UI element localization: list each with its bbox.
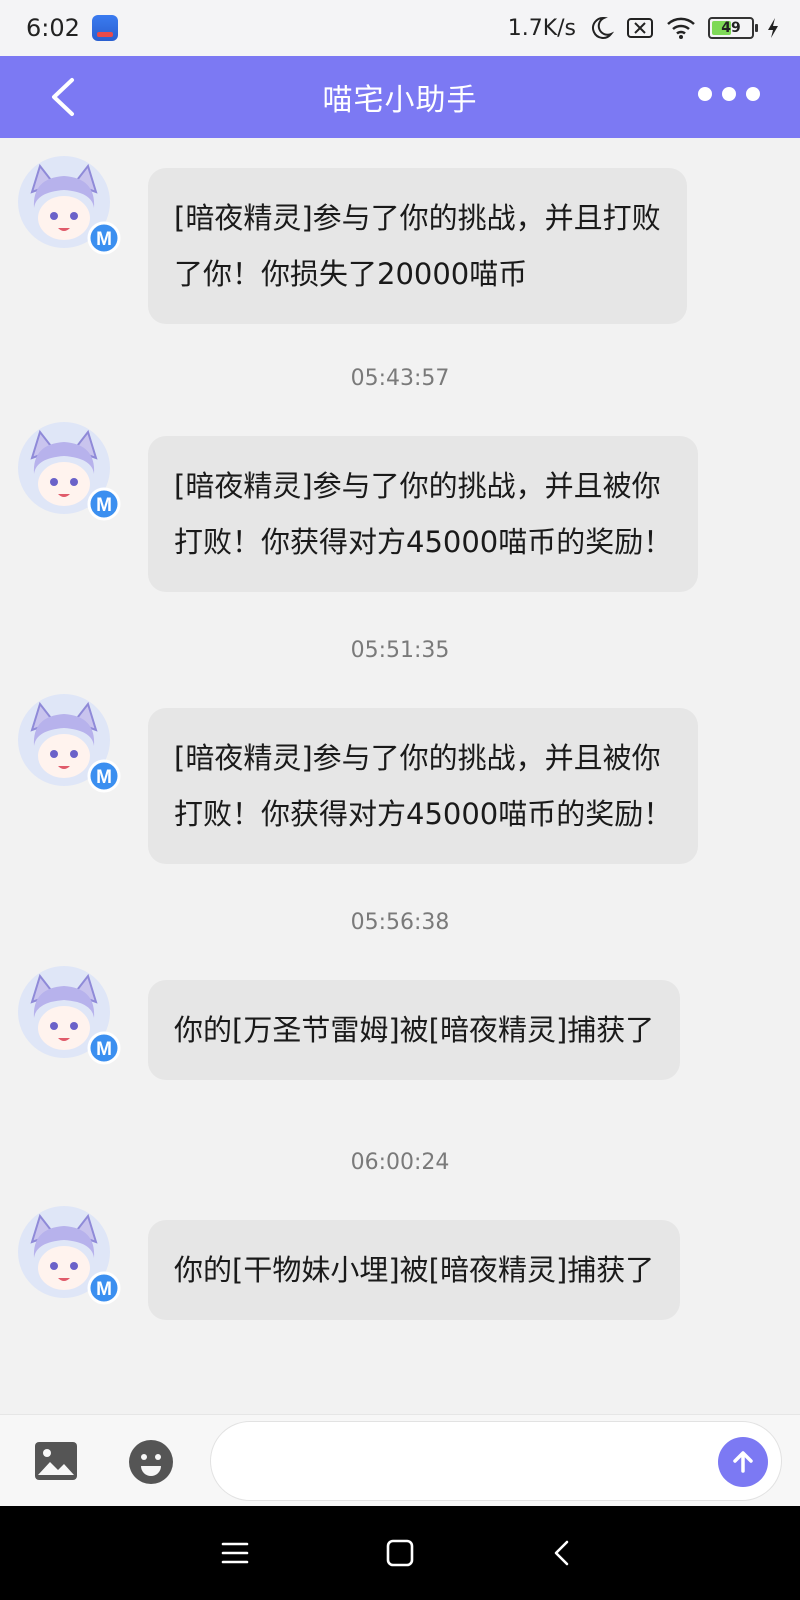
app-notification-icon bbox=[91, 15, 118, 41]
message-text-line: [暗夜精灵]参与了你的挑战，并且被你 bbox=[174, 469, 661, 503]
message-timestamp: 06:00:24 bbox=[350, 1150, 450, 1175]
avatar[interactable]: M bbox=[18, 422, 122, 526]
message-list[interactable]: M [暗夜精灵]参与了你的挑战，并且打败 了你！你损失了20000喵币 05:43:5… bbox=[0, 138, 800, 1414]
network-speed: 1.7K/s bbox=[507, 15, 576, 41]
menu-icon[interactable] bbox=[218, 1536, 252, 1570]
more-dots-icon[interactable] bbox=[698, 87, 760, 101]
message-text-line: 你的[干物妹小埋]被[暗夜精灵]捕获了 bbox=[174, 1253, 655, 1287]
avatar-badge-label: M bbox=[96, 767, 112, 788]
home-square-icon[interactable] bbox=[383, 1536, 417, 1570]
avatar-badge-label: M bbox=[96, 1039, 112, 1060]
image-icon[interactable] bbox=[34, 1441, 78, 1481]
avatar-badge-label: M bbox=[96, 1279, 112, 1300]
battery-percent: 49 bbox=[721, 20, 741, 36]
message-text-line: [暗夜精灵]参与了你的挑战，并且打败 bbox=[174, 201, 661, 235]
avatar-badge-label: M bbox=[96, 495, 112, 516]
avatar[interactable]: M bbox=[18, 1206, 122, 1310]
status-time: 6:02 bbox=[26, 14, 80, 42]
chat-header: 喵宅小助手 bbox=[0, 56, 800, 138]
battery-icon: 49 bbox=[708, 17, 758, 39]
message-text-line: 打败！你获得对方45000喵币的奖励！ bbox=[174, 525, 673, 559]
status-right: 1.7K/s 49 bbox=[508, 15, 780, 41]
message-timestamp: 05:51:35 bbox=[350, 638, 450, 663]
message-text-line: [暗夜精灵]参与了你的挑战，并且被你 bbox=[174, 741, 661, 775]
message-bubble[interactable]: [暗夜精灵]参与了你的挑战，并且打败 了你！你损失了20000喵币 bbox=[148, 168, 687, 324]
status-bar: 6:02 1.7K/s 49 bbox=[0, 0, 800, 56]
chevron-left-icon[interactable] bbox=[40, 72, 90, 122]
message-text-line: 打败！你获得对方45000喵币的奖励！ bbox=[174, 797, 673, 831]
charging-icon bbox=[768, 18, 778, 38]
message-text-line: 你的[万圣节雷姆]被[暗夜精灵]捕获了 bbox=[174, 1013, 655, 1047]
message-bubble[interactable]: [暗夜精灵]参与了你的挑战，并且被你 打败！你获得对方45000喵币的奖励！ bbox=[148, 436, 699, 592]
avatar[interactable]: M bbox=[18, 966, 122, 1070]
system-nav-bar bbox=[0, 1506, 800, 1600]
emoji-icon[interactable] bbox=[128, 1439, 174, 1485]
moon-icon bbox=[592, 16, 614, 39]
message-bubble[interactable]: 你的[干物妹小埋]被[暗夜精灵]捕获了 bbox=[148, 1220, 681, 1320]
sim-off-icon bbox=[627, 18, 653, 38]
message-bubble[interactable]: 你的[万圣节雷姆]被[暗夜精灵]捕获了 bbox=[148, 980, 681, 1080]
message-bubble[interactable]: [暗夜精灵]参与了你的挑战，并且被你 打败！你获得对方45000喵币的奖励！ bbox=[148, 708, 699, 864]
avatar[interactable]: M bbox=[18, 156, 122, 260]
send-button[interactable] bbox=[718, 1437, 768, 1487]
page-title: 喵宅小助手 bbox=[322, 83, 478, 118]
avatar-badge-label: M bbox=[96, 229, 112, 250]
input-bar bbox=[0, 1414, 800, 1506]
send-arrow-up-icon bbox=[733, 1451, 753, 1473]
message-text-line: 了你！你损失了20000喵币 bbox=[174, 257, 528, 291]
message-timestamp: 05:56:38 bbox=[350, 910, 450, 935]
message-timestamp: 05:43:57 bbox=[350, 366, 450, 391]
avatar[interactable]: M bbox=[18, 694, 122, 798]
wifi-icon bbox=[667, 17, 695, 39]
message-input[interactable] bbox=[210, 1421, 782, 1501]
back-chevron-icon[interactable] bbox=[546, 1536, 580, 1570]
